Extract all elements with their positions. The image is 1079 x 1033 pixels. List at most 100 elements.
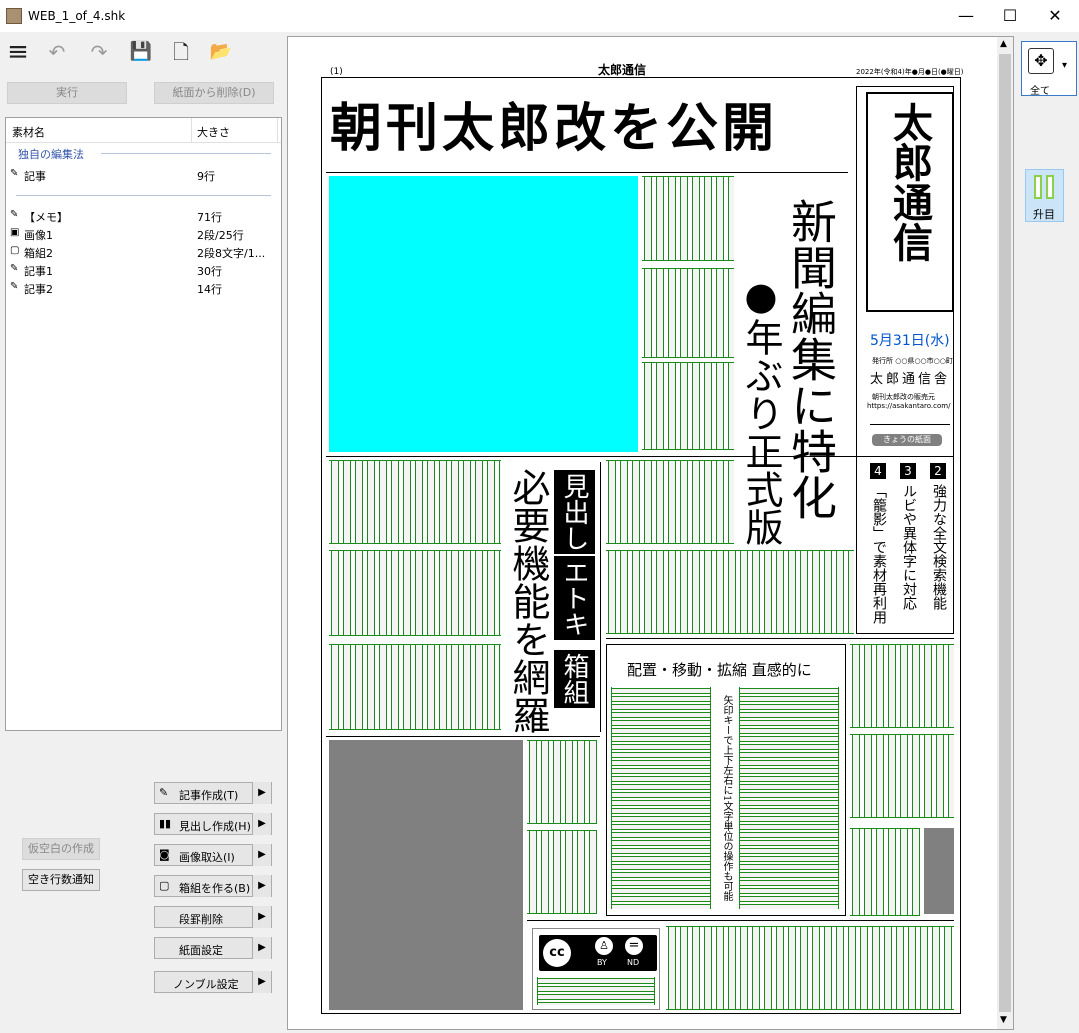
arrow-right-icon[interactable]: ▶ xyxy=(252,971,271,993)
scroll-thumb[interactable] xyxy=(999,54,1011,1012)
list-item[interactable]: ▢ 箱組2 2段8文字/1... xyxy=(6,243,281,261)
pencil-icon: ✎ xyxy=(10,281,19,292)
pencil-icon: ✎ xyxy=(159,786,169,799)
publisher: 太郎通信舎 xyxy=(870,372,951,387)
arrow-right-icon[interactable]: ▶ xyxy=(252,782,271,804)
blank-notify-button[interactable]: 空き行数通知 xyxy=(22,869,100,891)
text-columns[interactable] xyxy=(850,644,954,728)
save-icon[interactable]: 💾 xyxy=(126,38,156,66)
new-file-icon[interactable]: 🗋 xyxy=(166,38,196,66)
list-item[interactable]: ▣ 画像1 2段/25行 xyxy=(6,225,281,243)
para-delete-button[interactable]: 段罫削除 ▶ xyxy=(154,906,272,928)
text-columns[interactable] xyxy=(527,830,597,914)
image-placeholder-gray[interactable] xyxy=(329,740,523,1010)
box-article[interactable]: 配置・移動・拡縮 直感的に 矢印キーで上下左右に1文字単位の操作も可能 xyxy=(606,644,846,916)
text-columns[interactable] xyxy=(642,176,734,261)
box-vertical-text: 矢印キーで上下左右に1文字単位の操作も可能 xyxy=(721,695,732,902)
index-item-3: ルビや異体字に対応 xyxy=(901,484,917,610)
headline-create-button[interactable]: ▮▮ 見出し作成(H) ▶ xyxy=(154,813,272,835)
scroll-up-icon[interactable]: ▲ xyxy=(1000,39,1007,49)
sample-settings-button[interactable]: ノンブル設定 ▶ xyxy=(154,971,272,993)
text-columns[interactable] xyxy=(329,644,501,730)
text-rows xyxy=(537,977,655,1005)
material-list[interactable]: 素材名 大きさ 独自の編集法 ✎ 記事 9行 ✎ 【メモ】 71行 ▣ 画像1 … xyxy=(5,117,282,731)
text-columns[interactable] xyxy=(527,740,597,824)
box-title: 配置・移動・拡縮 直感的に xyxy=(627,661,812,679)
list-item[interactable]: ✎ 記事1 30行 xyxy=(6,261,281,279)
chevron-down-icon[interactable]: ▾ xyxy=(1062,60,1067,71)
text-columns[interactable] xyxy=(329,460,501,544)
article-create-button[interactable]: ✎ 記事作成(T) ▶ xyxy=(154,782,272,804)
vertical-scrollbar[interactable]: ▲ ▼ xyxy=(997,37,1013,1029)
text-columns[interactable] xyxy=(642,268,734,358)
grid-toggle-button[interactable]: 升目 xyxy=(1025,169,1064,222)
list-item[interactable]: ✎ 記事2 14行 xyxy=(6,279,281,297)
grid-icon xyxy=(1034,175,1042,199)
text-columns[interactable] xyxy=(666,926,954,1010)
equals-icon: = xyxy=(625,937,643,955)
window-title: WEB_1_of_4.shk xyxy=(28,9,126,23)
black-headline-2[interactable]: エトキ xyxy=(554,556,595,640)
layout-canvas[interactable]: (1) 太郎通信 2022年(令和4)年●月●日(●曜日) 朝刊太郎改を公開 新… xyxy=(287,36,1014,1030)
main-headline[interactable]: 朝刊太郎改を公開 xyxy=(330,86,778,161)
temp-blank-button[interactable]: 仮空白の作成 xyxy=(22,838,100,860)
camera-icon: ◙ xyxy=(159,848,170,861)
move-icon: ✥ xyxy=(1028,48,1054,74)
remove-from-page-button[interactable]: 紙面から削除(D) xyxy=(154,82,274,104)
list-divider xyxy=(16,195,271,196)
arrow-right-icon[interactable]: ▶ xyxy=(252,813,271,835)
black-headline-1[interactable]: 見出し xyxy=(554,470,595,554)
text-columns[interactable] xyxy=(642,362,734,450)
open-folder-icon[interactable]: 📂 xyxy=(206,38,236,66)
text-columns[interactable] xyxy=(850,734,954,818)
logo-text: 太郎通信 xyxy=(886,102,933,262)
vertical-subheadline[interactable]: ●年ぶり正式版 xyxy=(739,274,783,546)
list-header: 素材名 大きさ xyxy=(6,118,281,143)
app-icon xyxy=(6,8,22,24)
image-placeholder-small[interactable] xyxy=(924,828,954,914)
redo-icon[interactable]: ↷ xyxy=(84,38,114,66)
close-button[interactable]: ✕ xyxy=(1032,0,1078,32)
text-rows xyxy=(611,687,711,909)
today-label: きょうの紙面 xyxy=(872,434,942,446)
col-size[interactable]: 大きさ xyxy=(197,124,230,140)
minimize-button[interactable]: — xyxy=(943,0,989,32)
fold-date: 2022年(令和4)年●月●日(●曜日) xyxy=(856,68,964,76)
license-box: cc ♙ = BY ND xyxy=(532,928,660,1010)
list-item[interactable]: ✎ 記事 9行 xyxy=(6,166,281,184)
title-bar: WEB_1_of_4.shk — ☐ ✕ xyxy=(0,0,1079,32)
left-vertical-headline[interactable]: 必要機能を網羅 xyxy=(506,468,550,734)
image-icon: ▣ xyxy=(10,227,20,238)
undo-icon[interactable]: ↶ xyxy=(42,38,72,66)
menu-icon[interactable]: ≡ xyxy=(3,38,33,66)
text-columns[interactable] xyxy=(329,550,501,636)
vertical-headline[interactable]: 新聞編集に特化 xyxy=(784,198,838,520)
pencil-icon: ✎ xyxy=(10,263,19,274)
group-label: 独自の編集法 xyxy=(18,148,84,161)
col-name[interactable]: 素材名 xyxy=(12,124,45,140)
view-all-button[interactable]: ✥ ▾ 全て xyxy=(1021,41,1077,97)
newspaper-page[interactable]: 朝刊太郎改を公開 新聞編集に特化 ●年ぶり正式版 太郎通信 5月31日(水) 発… xyxy=(321,77,961,1014)
pencil-icon: ✎ xyxy=(10,209,19,220)
arrow-right-icon[interactable]: ▶ xyxy=(252,937,271,959)
run-button[interactable]: 実行 xyxy=(7,82,127,104)
text-columns[interactable] xyxy=(850,828,920,916)
index-item-2: 強力な全文検索機能 xyxy=(931,484,947,610)
black-headline-3[interactable]: 箱組 xyxy=(554,650,595,708)
list-item[interactable]: ✎ 【メモ】 71行 xyxy=(6,207,281,225)
text-columns[interactable] xyxy=(606,550,854,634)
image-placeholder-cyan[interactable] xyxy=(329,176,638,452)
box-icon: ▢ xyxy=(10,245,20,256)
image-import-button[interactable]: ◙ 画像取込(I) ▶ xyxy=(154,844,272,866)
arrow-right-icon[interactable]: ▶ xyxy=(252,875,271,897)
person-icon: ♙ xyxy=(595,937,613,955)
fold-title: 太郎通信 xyxy=(598,63,647,77)
page-settings-button[interactable]: 紙面設定 ▶ xyxy=(154,937,272,959)
pencil-icon: ✎ xyxy=(10,168,19,179)
text-columns[interactable] xyxy=(606,460,734,544)
arrow-right-icon[interactable]: ▶ xyxy=(252,844,271,866)
maximize-button[interactable]: ☐ xyxy=(987,0,1033,32)
arrow-right-icon[interactable]: ▶ xyxy=(252,906,271,928)
scroll-down-icon[interactable]: ▼ xyxy=(1000,1015,1007,1025)
box-create-button[interactable]: ▢ 箱組を作る(B) ▶ xyxy=(154,875,272,897)
